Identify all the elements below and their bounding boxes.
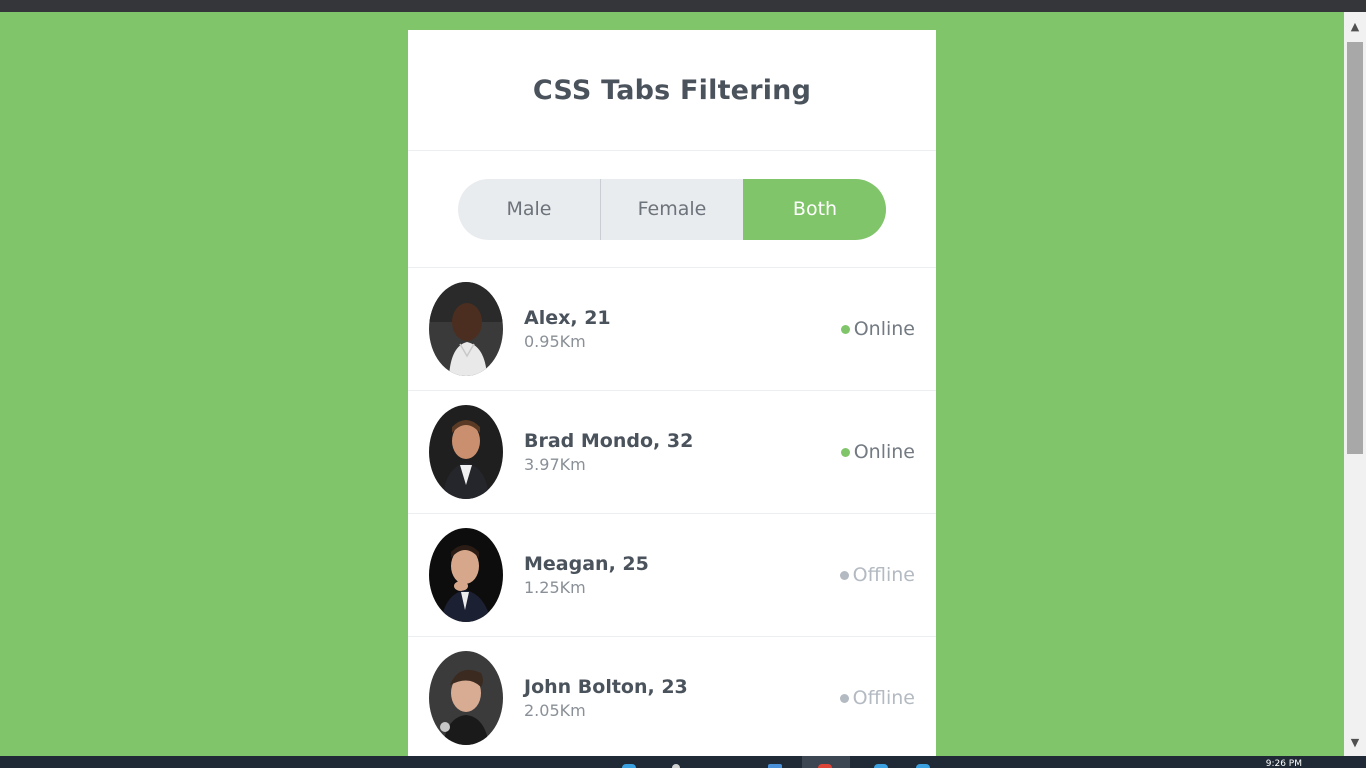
taskbar-app-icon[interactable] <box>916 764 930 768</box>
person-name: John Bolton, 23 <box>524 676 688 698</box>
status-badge: Online <box>840 441 915 463</box>
page-viewport: CSS Tabs Filtering Male Female Both Alex… <box>0 12 1344 756</box>
person-info: Alex, 21 0.95Km <box>524 305 611 353</box>
person-info: John Bolton, 23 2.05Km <box>524 674 688 722</box>
status-badge: Offline <box>839 564 915 586</box>
tab-both[interactable]: Both <box>743 178 886 240</box>
page-title: CSS Tabs Filtering <box>532 74 812 106</box>
taskbar-app-icon[interactable] <box>672 764 680 768</box>
taskbar-app-icon[interactable] <box>622 764 636 768</box>
tabs-card: CSS Tabs Filtering Male Female Both Alex… <box>408 30 936 756</box>
os-taskbar: 9:26 PM <box>0 756 1366 769</box>
list-item-alex[interactable]: Alex, 21 0.95Km Online <box>408 268 936 391</box>
list-item-meagan[interactable]: Meagan, 25 1.25Km Offline <box>408 514 936 637</box>
status-text: Offline <box>852 564 915 586</box>
list-item-brad-mondo[interactable]: Brad Mondo, 32 3.97Km Online <box>408 391 936 514</box>
avatar <box>429 282 503 376</box>
scroll-thumb[interactable] <box>1347 42 1363 454</box>
status-badge: Offline <box>839 687 915 709</box>
avatar <box>429 528 503 622</box>
offline-dot-icon <box>839 693 849 703</box>
person-distance: 1.25Km <box>524 578 586 597</box>
person-distance: 0.95Km <box>524 332 586 351</box>
tab-female[interactable]: Female <box>600 178 743 240</box>
status-text: Online <box>853 318 915 340</box>
taskbar-app-icon[interactable] <box>874 764 888 768</box>
taskbar-chrome-icon[interactable] <box>818 764 832 768</box>
list-item-john-bolton[interactable]: John Bolton, 23 2.05Km Offline <box>408 637 936 756</box>
person-distance: 3.97Km <box>524 455 586 474</box>
avatar <box>429 405 503 499</box>
vertical-scrollbar[interactable]: ▲ ▼ <box>1344 12 1366 756</box>
scroll-down-arrow-icon[interactable]: ▼ <box>1344 732 1366 752</box>
tab-male[interactable]: Male <box>458 179 600 240</box>
taskbar-app-icon[interactable] <box>768 764 782 768</box>
status-text: Offline <box>852 687 915 709</box>
person-info: Meagan, 25 1.25Km <box>524 551 649 599</box>
online-dot-icon <box>840 447 850 457</box>
status-badge: Online <box>840 318 915 340</box>
tabs-area: Male Female Both <box>408 151 936 268</box>
person-name: Alex, 21 <box>524 307 611 329</box>
person-name: Brad Mondo, 32 <box>524 430 694 452</box>
card-header: CSS Tabs Filtering <box>408 30 936 151</box>
avatar <box>429 651 503 745</box>
scroll-up-arrow-icon[interactable]: ▲ <box>1344 16 1366 36</box>
offline-dot-icon <box>839 570 849 580</box>
online-dot-icon <box>840 324 850 334</box>
browser-top-bar <box>0 0 1366 12</box>
status-text: Online <box>853 441 915 463</box>
filter-tabs: Male Female Both <box>458 178 886 240</box>
person-name: Meagan, 25 <box>524 553 649 575</box>
person-info: Brad Mondo, 32 3.97Km <box>524 428 693 476</box>
person-distance: 2.05Km <box>524 701 586 720</box>
